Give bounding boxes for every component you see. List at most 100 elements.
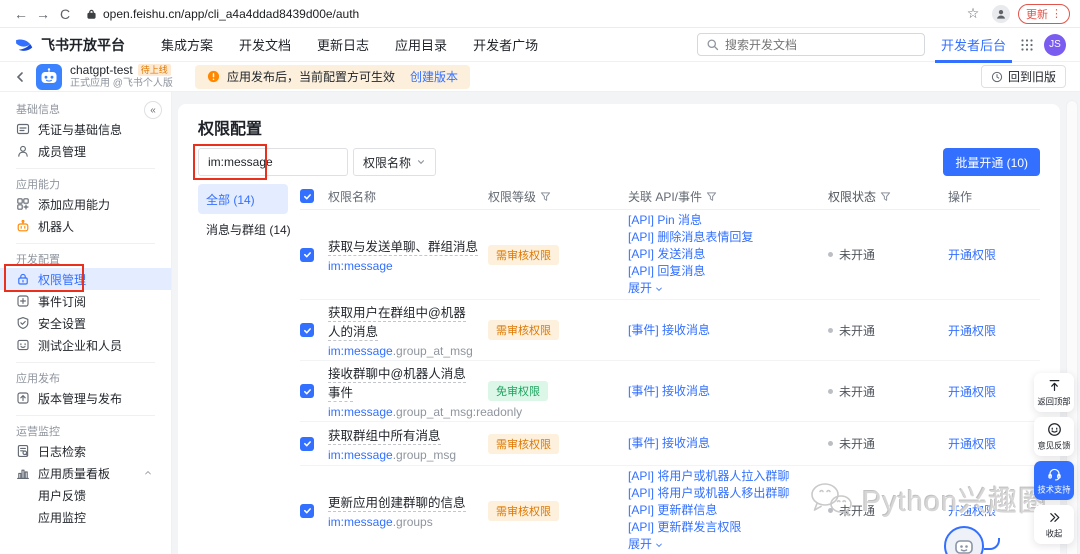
filter-funnel-icon[interactable] bbox=[540, 191, 551, 202]
feishu-logo-icon bbox=[14, 35, 34, 55]
api-link[interactable]: [API] 回复消息 bbox=[628, 263, 828, 280]
nav-menu-item[interactable]: 开发者广场 bbox=[473, 35, 538, 54]
open-permission-link[interactable]: 开通权限 bbox=[948, 324, 996, 338]
filter-funnel-icon[interactable] bbox=[880, 191, 891, 202]
expand-link[interactable]: 展开 bbox=[628, 536, 664, 553]
api-link[interactable]: [API] 更新群信息 bbox=[628, 502, 828, 519]
float-button-技术支持[interactable]: 技术支持 bbox=[1034, 461, 1074, 500]
back-to-old-version-button[interactable]: 回到旧版 bbox=[980, 65, 1066, 88]
row-checkbox[interactable] bbox=[300, 436, 314, 451]
nav-menu-item[interactable]: 集成方案 bbox=[161, 35, 213, 54]
sidebar-item-应用监控[interactable]: 应用监控 bbox=[0, 506, 171, 528]
browser-reload-icon[interactable]: C bbox=[54, 6, 76, 22]
bookmark-star-icon[interactable]: ☆ bbox=[962, 5, 984, 22]
app-name: chatgpt-test bbox=[70, 62, 133, 77]
permission-search-input[interactable] bbox=[198, 148, 348, 176]
permissions-table: 权限名称 权限等级 关联 API/事件 权限状态 操作 获取与发送单聊、群组消息… bbox=[300, 184, 1040, 554]
sidebar-divider bbox=[16, 168, 155, 169]
category-item[interactable]: 消息与群组 (14) bbox=[198, 214, 291, 244]
nav-menu-item[interactable]: 开发文档 bbox=[239, 35, 291, 54]
sidebar-item-权限管理[interactable]: 权限管理 bbox=[0, 264, 171, 292]
float-button-返回顶部[interactable]: 返回顶部 bbox=[1034, 373, 1074, 412]
open-permission-link[interactable]: 开通权限 bbox=[948, 385, 996, 399]
create-version-link[interactable]: 创建版本 bbox=[410, 68, 458, 85]
sidebar-collapse-button[interactable]: « bbox=[144, 101, 162, 119]
address-bar[interactable]: open.feishu.cn/app/cli_a4a4ddad8439d00e/… bbox=[103, 7, 359, 21]
sidebar-item-测试企业和人员[interactable]: 测试企业和人员 bbox=[0, 334, 171, 356]
api-link[interactable]: [API] Pin 消息 bbox=[628, 212, 828, 229]
api-link[interactable]: [API] 将用户或机器人拉入群聊 bbox=[628, 468, 828, 485]
permission-name-dropdown[interactable]: 权限名称 bbox=[353, 148, 437, 176]
nav-menu-item[interactable]: 应用目录 bbox=[395, 35, 447, 54]
open-permission-link[interactable]: 开通权限 bbox=[948, 437, 996, 451]
browser-back-icon[interactable]: ← bbox=[10, 6, 32, 22]
api-link[interactable]: [API] 更新群发言权限 bbox=[628, 519, 828, 536]
browser-forward-icon[interactable]: → bbox=[32, 6, 54, 22]
log-icon bbox=[16, 444, 30, 458]
sidebar-item-事件订阅[interactable]: 事件订阅 bbox=[0, 290, 171, 312]
sidebar-item-成员管理[interactable]: 成员管理 bbox=[0, 140, 171, 162]
float-button-label: 意见反馈 bbox=[1037, 441, 1071, 451]
permission-name[interactable]: 接收群聊中@机器人消息事件 bbox=[328, 367, 466, 402]
float-button-意见反馈[interactable]: 意见反馈 bbox=[1034, 417, 1074, 456]
float-button-收起[interactable]: 收起 bbox=[1034, 505, 1074, 544]
sidebar-item-机器人[interactable]: 机器人 bbox=[0, 215, 171, 237]
bulk-open-button[interactable]: 批量开通 (10) bbox=[943, 148, 1040, 176]
apps-grid-icon[interactable] bbox=[1020, 38, 1034, 52]
status-text: 未开通 bbox=[839, 248, 876, 262]
doc-search-input[interactable] bbox=[724, 37, 916, 52]
sidebar-item-label: 版本管理与发布 bbox=[38, 391, 123, 406]
sidebar-item-日志检索[interactable]: 日志检索 bbox=[0, 440, 171, 462]
api-link[interactable]: [API] 将用户或机器人移出群聊 bbox=[628, 485, 828, 502]
scope-suffix: .groups bbox=[392, 515, 433, 529]
api-link[interactable]: [事件] 接收消息 bbox=[628, 383, 828, 400]
doc-search-box[interactable] bbox=[696, 33, 925, 56]
select-all-checkbox[interactable] bbox=[300, 189, 314, 204]
row-checkbox[interactable] bbox=[300, 503, 314, 518]
row-checkbox-cell bbox=[300, 384, 328, 399]
chrome-update-button[interactable]: 更新 ⋮ bbox=[1018, 3, 1070, 24]
sidebar-section-title: 开发配置 bbox=[16, 254, 60, 266]
api-link[interactable]: [事件] 接收消息 bbox=[628, 435, 828, 452]
open-permission-link[interactable]: 开通权限 bbox=[948, 504, 996, 518]
sidebar-item-版本管理与发布[interactable]: 版本管理与发布 bbox=[0, 387, 171, 409]
brand[interactable]: 飞书开放平台 bbox=[14, 35, 125, 55]
status-text: 未开通 bbox=[839, 323, 876, 338]
chevron-up-icon[interactable] bbox=[141, 468, 155, 478]
lock-icon bbox=[16, 272, 30, 286]
back-chevron-icon[interactable] bbox=[14, 71, 26, 83]
permission-name[interactable]: 获取用户在群组中@机器人的消息 bbox=[328, 306, 466, 341]
expand-link[interactable]: 展开 bbox=[628, 280, 664, 297]
developer-console-link[interactable]: 开发者后台 bbox=[934, 35, 1012, 63]
sidebar-divider bbox=[16, 243, 155, 244]
sidebar-item-安全设置[interactable]: 安全设置 bbox=[0, 312, 171, 334]
sidebar-item-label: 成员管理 bbox=[38, 144, 87, 159]
api-link[interactable]: [事件] 接收消息 bbox=[628, 322, 828, 339]
permission-name[interactable]: 获取群组中所有消息 bbox=[328, 429, 441, 445]
sidebar-item-凭证与基础信息[interactable]: 凭证与基础信息 bbox=[0, 118, 171, 140]
permission-name[interactable]: 获取与发送单聊、群组消息 bbox=[328, 240, 479, 256]
browser-profile-icon[interactable] bbox=[992, 4, 1010, 23]
status-text: 未开通 bbox=[839, 437, 876, 451]
api-link[interactable]: [API] 删除消息表情回复 bbox=[628, 229, 828, 246]
browser-menu-icon[interactable]: ⋮ bbox=[1051, 7, 1062, 20]
open-permission-link[interactable]: 开通权限 bbox=[948, 248, 996, 262]
category-item[interactable]: 全部 (14) bbox=[198, 184, 288, 214]
row-checkbox[interactable] bbox=[300, 323, 314, 337]
user-avatar[interactable]: JS bbox=[1044, 33, 1066, 56]
api-link[interactable]: [API] 发送消息 bbox=[628, 246, 828, 263]
permission-name[interactable]: 更新应用创建群聊的信息 bbox=[328, 496, 466, 512]
scope-highlight: im:message bbox=[328, 515, 393, 529]
sidebar-item-添加应用能力[interactable]: 添加应用能力 bbox=[0, 193, 171, 215]
permission-name-cell: 获取群组中所有消息 im:message.group_msg bbox=[328, 425, 488, 462]
double-chevron-right-icon bbox=[1047, 510, 1062, 525]
filter-funnel-icon[interactable] bbox=[706, 191, 717, 202]
sidebar-item-用户反馈[interactable]: 用户反馈 bbox=[0, 484, 171, 506]
robot-icon bbox=[16, 219, 30, 233]
row-checkbox[interactable] bbox=[300, 384, 314, 398]
sidebar-item-label: 机器人 bbox=[38, 219, 75, 234]
sidebar-item-应用质量看板[interactable]: 应用质量看板 bbox=[0, 462, 171, 484]
row-checkbox[interactable] bbox=[300, 247, 314, 262]
nav-menu-item[interactable]: 更新日志 bbox=[317, 35, 369, 54]
sidebar-item-label: 应用监控 bbox=[38, 510, 87, 525]
